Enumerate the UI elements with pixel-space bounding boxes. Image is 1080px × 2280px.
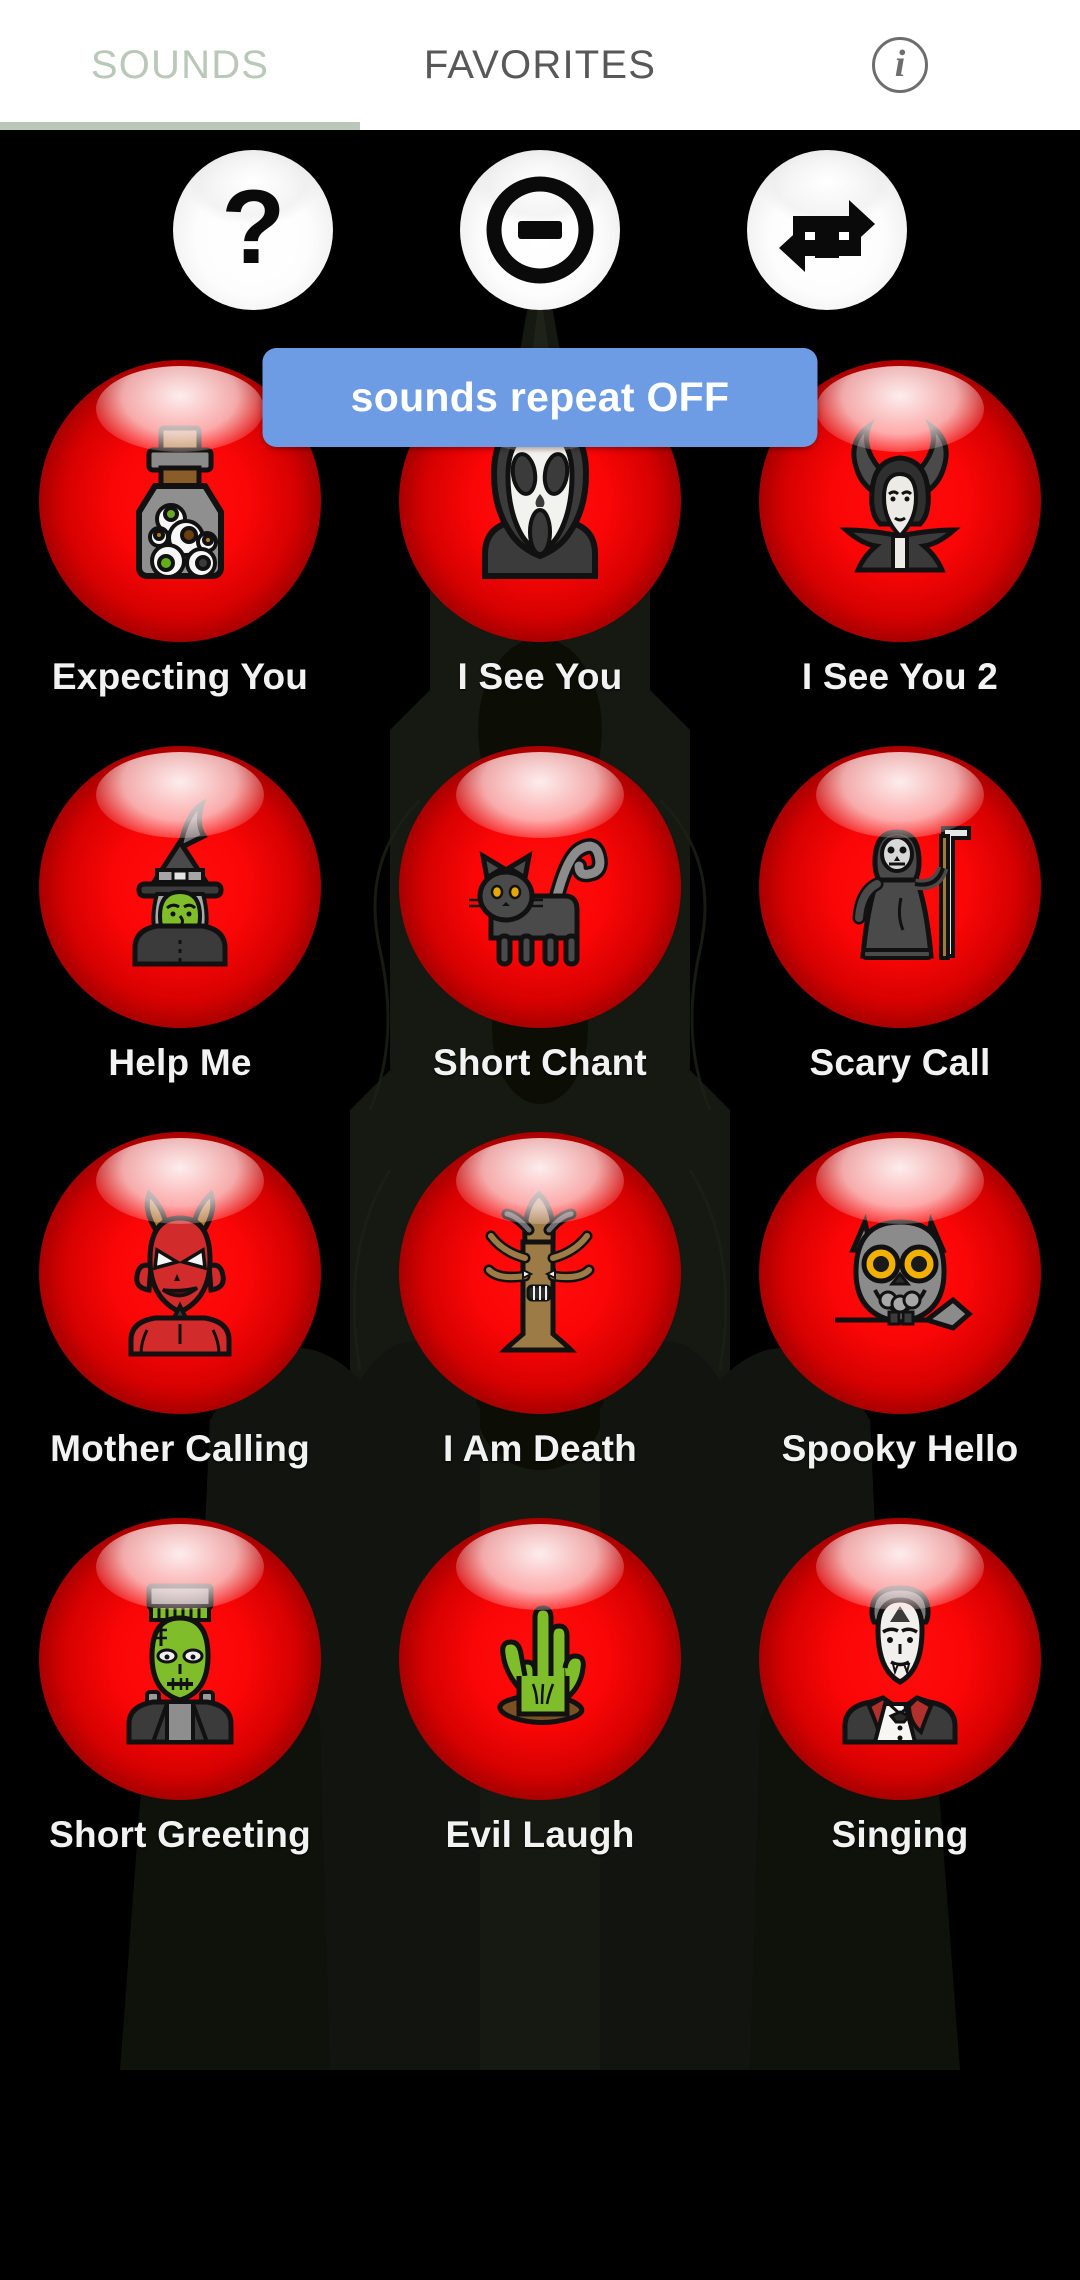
toast-message: sounds repeat OFF	[350, 374, 730, 420]
sound-orb[interactable]	[759, 1518, 1041, 1800]
grim-reaper-icon	[852, 826, 971, 960]
tab-favorites-label: FAVORITES	[423, 42, 657, 87]
info-button[interactable]: i	[720, 0, 1080, 130]
tab-favorites[interactable]: FAVORITES	[360, 0, 720, 130]
sound-tile[interactable]: Short Greeting	[0, 1518, 360, 1856]
zombie-hand-icon	[497, 1605, 586, 1725]
sound-orb[interactable]	[399, 1132, 681, 1414]
sound-label: Scary Call	[809, 1042, 991, 1083]
witch-icon	[132, 798, 228, 967]
sound-orb[interactable]	[399, 1518, 681, 1800]
sound-orb[interactable]	[39, 746, 321, 1028]
sound-label: Mother Calling	[50, 1428, 310, 1469]
dracula-icon	[842, 1585, 958, 1745]
black-cat-icon	[469, 838, 608, 967]
sound-tile[interactable]: I Am Death	[360, 1132, 720, 1470]
sound-orb[interactable]	[399, 746, 681, 1028]
sound-label: I See You 2	[801, 656, 999, 697]
sound-label: Help Me	[108, 1042, 252, 1083]
sound-orb[interactable]	[39, 1132, 321, 1414]
app-root: SOUNDS FAVORITES i ? sounds repeat OFF E…	[0, 0, 1080, 2280]
repeat-icon	[778, 200, 875, 272]
tab-active-indicator	[0, 122, 360, 130]
sound-tile[interactable]: Help Me	[0, 746, 360, 1084]
info-icon: i	[872, 37, 928, 93]
help-button[interactable]: ?	[173, 150, 334, 310]
tab-sounds[interactable]: SOUNDS	[0, 0, 360, 130]
sound-orb[interactable]	[759, 1132, 1041, 1414]
tab-bar: SOUNDS FAVORITES i	[0, 0, 1080, 130]
sound-tile[interactable]: Spooky Hello	[720, 1132, 1080, 1470]
sound-orb[interactable]	[39, 1518, 321, 1800]
red-devil-icon	[128, 1189, 232, 1357]
sound-board: ? sounds repeat OFF Expecting You I See …	[0, 130, 1080, 2280]
eyeball-jar-icon	[136, 425, 224, 579]
sound-label: I Am Death	[443, 1428, 637, 1469]
sound-label: Spooky Hello	[781, 1428, 1019, 1469]
sound-orb[interactable]	[759, 746, 1041, 1028]
sound-label: Singing	[831, 1814, 969, 1855]
sound-tile[interactable]: Short Chant	[360, 746, 720, 1084]
frankenstein-icon	[126, 1583, 234, 1745]
control-row: ?	[0, 150, 1080, 330]
toast-notification: sounds repeat OFF	[262, 348, 818, 447]
sound-label: Short Chant	[433, 1042, 647, 1083]
repeat-button[interactable]	[746, 150, 907, 310]
owl-icon	[835, 1213, 973, 1331]
sound-label: Short Greeting	[49, 1814, 311, 1855]
sound-tile[interactable]: Evil Laugh	[360, 1518, 720, 1856]
stop-sound-icon	[486, 176, 594, 284]
dead-tree-icon	[483, 1190, 595, 1353]
sound-tile[interactable]: Mother Calling	[0, 1132, 360, 1470]
question-mark-icon: ?	[221, 168, 286, 286]
sound-label: Expecting You	[51, 656, 309, 697]
sound-label: Evil Laugh	[445, 1814, 635, 1855]
stop-button[interactable]	[459, 150, 620, 310]
sound-tile[interactable]: Singing	[720, 1518, 1080, 1856]
sound-grid: Expecting You I See You I See You 2 Help…	[0, 360, 1080, 1856]
sound-label: I See You	[457, 656, 623, 697]
horned-villain-icon	[839, 418, 961, 573]
sound-tile[interactable]: Scary Call	[720, 746, 1080, 1084]
tab-sounds-label: SOUNDS	[90, 42, 270, 87]
